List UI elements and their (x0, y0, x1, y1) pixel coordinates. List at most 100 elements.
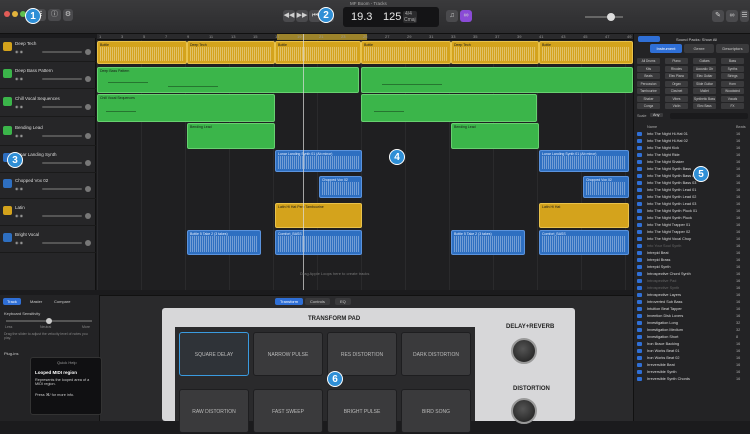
track-volume-slider[interactable] (42, 51, 82, 53)
pan-knob[interactable] (85, 160, 91, 166)
track-header[interactable]: Chopped Vox 02 ◉ ◉ (0, 175, 96, 199)
region[interactable]: Latin Hi Hat (539, 203, 629, 228)
pan-knob[interactable] (85, 240, 91, 246)
region[interactable]: Bottle (97, 41, 187, 64)
pan-knob[interactable] (85, 104, 91, 110)
view-toggle[interactable] (638, 36, 660, 42)
loop-row[interactable]: Into The Night Ride 16 (634, 152, 750, 158)
loop-row[interactable]: Into The Night Vocal Chop 16 (634, 236, 750, 242)
loop-row[interactable]: Irreversible Synth 16 (634, 369, 750, 375)
region[interactable]: Deep Tech (451, 41, 539, 64)
loop-row[interactable]: Investigation Long 32 (634, 320, 750, 326)
region[interactable]: Chopped Vox 02 (583, 176, 629, 198)
keyword-button[interactable]: Tambourine (637, 88, 660, 94)
tab-controls[interactable]: Controls (305, 298, 330, 305)
region[interactable]: Bottle 5 Take 2 (3 takes) (451, 230, 525, 255)
loop-row[interactable]: Into The Night Kick 16 (634, 145, 750, 151)
track-header[interactable]: Bending Lead ◉ ◉ (0, 122, 96, 146)
region[interactable]: Deep Tech (187, 41, 275, 64)
loop-row[interactable]: Iron Brace Backing 16 (634, 341, 750, 347)
loop-row[interactable]: Into Your Soul Synth 16 (634, 243, 750, 249)
track-volume-slider[interactable] (42, 106, 82, 108)
tab-track[interactable]: Track (3, 298, 21, 305)
keyword-button[interactable]: Kits (637, 65, 660, 72)
keyword-button[interactable]: Elec Bass (693, 103, 716, 109)
minimize-window-button[interactable] (12, 11, 18, 17)
region[interactable]: Lunar Landing Synth 01 (Ab minor) (275, 150, 362, 172)
track-header[interactable]: Deep Tech ◉ ◉ (0, 38, 96, 62)
pad-narrow-pulse[interactable]: NARROW PULSE (253, 332, 323, 376)
loop-browser-button[interactable]: ∞ (726, 10, 738, 22)
loop-row[interactable]: Into The Night Trapper 02 16 (634, 229, 750, 235)
transform-pad[interactable]: SQUARE DELAY NARROW PULSE RES DISTORTION… (175, 327, 475, 433)
keyword-button[interactable]: All Drums (637, 58, 660, 64)
track-header[interactable]: Latin ◉ ◉ (0, 202, 96, 226)
keyword-button[interactable]: Clavinet (665, 88, 688, 94)
keyword-button[interactable]: Conga (637, 103, 660, 109)
mute-solo-buttons[interactable]: ◉ ◉ (15, 76, 23, 81)
tab-compare[interactable]: Compare (50, 298, 74, 305)
pan-knob[interactable] (85, 213, 91, 219)
distortion-knob[interactable] (511, 398, 537, 424)
rewind-button[interactable]: ◀◀ (283, 10, 295, 22)
pad-square-delay[interactable]: SQUARE DELAY (179, 332, 249, 376)
loop-row[interactable]: Into The Night Synth Lead 03 16 (634, 201, 750, 207)
loop-row[interactable]: Introspective Synth 16 (634, 285, 750, 291)
region[interactable] (361, 67, 633, 93)
sensitivity-slider[interactable] (6, 318, 92, 324)
loop-row[interactable]: Investigation Short 8 (634, 334, 750, 340)
slider-thumb[interactable] (46, 318, 52, 324)
pad-raw-distortion[interactable]: RAW DISTORTION (179, 389, 249, 433)
loop-row[interactable]: Intrepid Beat 16 (634, 250, 750, 256)
track-volume-slider[interactable] (42, 162, 82, 164)
loop-row[interactable]: Invention Disk Lovers 16 (634, 313, 750, 319)
keyword-button[interactable]: Piano (665, 58, 688, 64)
count-in-button[interactable]: ∞ (460, 10, 472, 22)
column-beats[interactable]: Beats (736, 125, 746, 129)
region[interactable]: Bottle 5 Take 2 (3 takes) (187, 230, 261, 255)
loop-row[interactable]: Irreversible Synth Chords 16 (634, 376, 750, 382)
keyword-button[interactable]: Violin (665, 103, 688, 109)
keyword-button[interactable]: Vibes (665, 95, 688, 102)
keyword-button[interactable]: Rhodes (665, 65, 688, 72)
keyword-button[interactable]: Elec Guitar (693, 73, 716, 79)
volume-knob[interactable] (607, 13, 615, 21)
loop-row[interactable]: Iron Works Beat 02 16 (634, 355, 750, 361)
close-window-button[interactable] (4, 11, 10, 17)
loop-row[interactable]: Into The Night Synth Pluck 16 (634, 215, 750, 221)
track-volume-slider[interactable] (42, 78, 82, 80)
pad-bright-pulse[interactable]: BRIGHT PULSE (327, 389, 397, 433)
mute-solo-buttons[interactable]: ◉ ◉ (15, 213, 23, 218)
keyword-button[interactable]: Guitars (693, 58, 716, 64)
track-volume-slider[interactable] (42, 135, 82, 137)
keyword-button[interactable]: Woodwind (721, 88, 744, 94)
tab-descriptors[interactable]: Descriptors (716, 44, 749, 53)
loop-row[interactable]: Introspective Pad 16 (634, 278, 750, 284)
region[interactable]: Bending Lead (451, 123, 539, 149)
mute-solo-buttons[interactable]: ◉ ◉ (15, 104, 23, 109)
tab-transform[interactable]: Transform (275, 298, 304, 305)
playhead[interactable] (303, 34, 304, 290)
region[interactable]: Bottle (361, 41, 451, 64)
keyword-button[interactable]: Elec Piano (665, 73, 688, 79)
browser-button[interactable]: ☰ (740, 10, 749, 22)
pan-knob[interactable] (85, 49, 91, 55)
keyword-button[interactable]: Slide Guitar (693, 80, 716, 87)
tab-instrument[interactable]: Instrument (650, 44, 682, 53)
track-volume-slider[interactable] (42, 215, 82, 217)
keyword-button[interactable]: Strings (721, 73, 744, 79)
loop-row[interactable]: Into The Night Synth Pluck 01 16 (634, 208, 750, 214)
loop-row[interactable]: Into The Night Synth Lead 01 16 (634, 187, 750, 193)
track-header[interactable]: Deep Bass Pattern ◉ ◉ (0, 65, 96, 89)
keyword-button[interactable]: Mallet (693, 88, 716, 94)
keyword-button[interactable]: Synths (721, 65, 744, 72)
loop-row[interactable]: Into The Night Synth Bass 03 16 (634, 180, 750, 186)
loop-row[interactable]: Intuition Beat Tapper 16 (634, 306, 750, 312)
region[interactable]: Bending Lead (187, 123, 275, 149)
loop-row[interactable]: Introspective Chord Synth 16 (634, 271, 750, 277)
keyword-button[interactable]: FX (721, 103, 744, 109)
region[interactable]: Latin Hi Hat Perc Tambourine (275, 203, 362, 228)
master-volume-slider[interactable] (585, 13, 623, 21)
region[interactable]: Lunar Landing Synth 01 (Ab minor) (539, 150, 629, 172)
pad-fast-sweep[interactable]: FAST SWEEP (253, 389, 323, 433)
